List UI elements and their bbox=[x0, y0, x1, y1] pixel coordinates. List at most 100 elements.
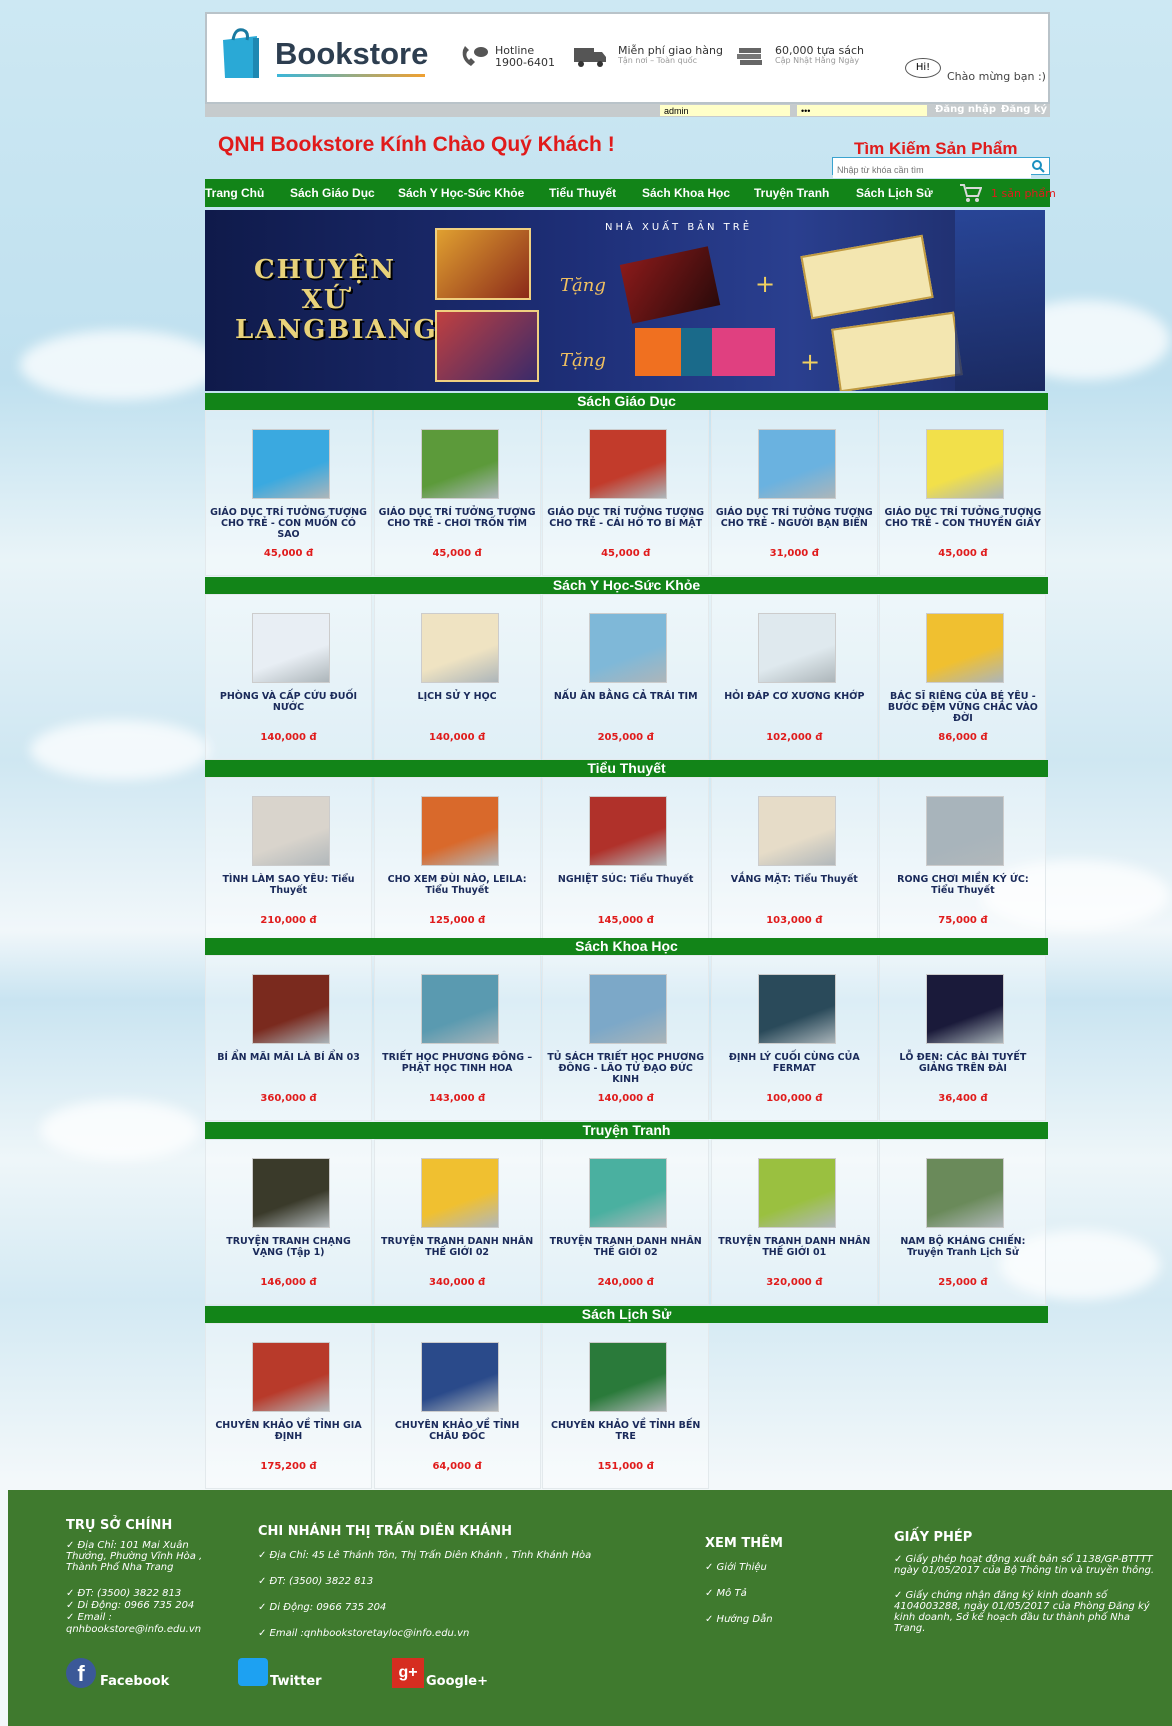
product-card[interactable]: CHUYÊN KHẢO VỀ TỈNH GIA ĐỊNH 175,200 đ bbox=[205, 1323, 372, 1489]
twitter-icon[interactable] bbox=[238, 1658, 268, 1686]
product-title[interactable]: GIÁO DỤC TRÍ TƯỞNG TƯỢNG CHO TRẺ - CON T… bbox=[884, 507, 1041, 529]
facebook-icon[interactable]: f bbox=[66, 1658, 96, 1688]
cart-icon[interactable] bbox=[960, 183, 982, 203]
product-title[interactable]: NGHIỆT SÚC: Tiểu Thuyết bbox=[547, 874, 704, 885]
product-card[interactable]: ĐỊNH LÝ CUỐI CÙNG CỦA FERMAT 100,000 đ bbox=[710, 955, 878, 1121]
nav-home[interactable]: Trang Chủ bbox=[205, 186, 264, 200]
product-card[interactable]: TRUYỆN TRANH DANH NHÂN THẾ GIỚI 02 240,00… bbox=[542, 1139, 710, 1305]
product-title[interactable]: BÁC SĨ RIÊNG CỦA BÉ YÊU - BƯỚC ĐỆM VỮNG … bbox=[884, 691, 1041, 724]
product-cover-image[interactable] bbox=[757, 429, 836, 499]
nav-health[interactable]: Sách Y Học-Sức Khỏe bbox=[398, 186, 524, 200]
product-card[interactable]: TỦ SÁCH TRIẾT HỌC PHƯƠNG ĐÔNG - LÃO TỬ Đ… bbox=[542, 955, 710, 1121]
search-icon[interactable] bbox=[1031, 159, 1045, 173]
login-link[interactable]: Đăng nhập bbox=[935, 104, 996, 115]
product-cover-image[interactable] bbox=[420, 1158, 499, 1228]
product-card[interactable]: TÌNH LÀM SAO YÊU: Tiểu Thuyết 210,000 đ bbox=[205, 777, 372, 943]
product-cover-image[interactable] bbox=[252, 796, 330, 866]
product-card[interactable]: LỖ ĐEN: CÁC BÀI TUYẾT GIẢNG TRÊN ĐÀI 36,4… bbox=[879, 955, 1047, 1121]
product-card[interactable]: LỊCH SỬ Y HỌC 140,000 đ bbox=[373, 594, 541, 760]
product-title[interactable]: TÌNH LÀM SAO YÊU: Tiểu Thuyết bbox=[210, 874, 367, 896]
product-title[interactable]: TRUYỆN TRANH DANH NHÂN THẾ GIỚI 02 bbox=[379, 1236, 536, 1258]
product-title[interactable]: PHÒNG VÀ CẤP CỨU ĐUỐI NƯỚC bbox=[210, 691, 367, 713]
product-card[interactable]: GIÁO DỤC TRÍ TƯỞNG TƯỢNG CHO TRẺ - CON M… bbox=[205, 410, 372, 576]
promo-banner[interactable]: CHUYỆN XỨ LANGBIANG Tặng Tặng + + NHÀ XU… bbox=[205, 210, 1045, 391]
product-title[interactable]: TRUYỆN TRANH DANH NHÂN THẾ GIỚI 01 bbox=[716, 1236, 873, 1258]
product-title[interactable]: GIÁO DỤC TRÍ TƯỞNG TƯỢNG CHO TRẺ - CON M… bbox=[210, 507, 367, 540]
username-input[interactable] bbox=[660, 105, 790, 116]
product-cover-image[interactable] bbox=[252, 429, 330, 499]
product-card[interactable]: NGHIỆT SÚC: Tiểu Thuyết 145,000 đ bbox=[542, 777, 710, 943]
product-cover-image[interactable] bbox=[589, 429, 668, 499]
product-title[interactable]: GIÁO DỤC TRÍ TƯỞNG TƯỢNG CHO TRẺ - NGƯỜI… bbox=[716, 507, 873, 529]
product-card[interactable]: GIÁO DỤC TRÍ TƯỞNG TƯỢNG CHO TRẺ - NGƯỜI… bbox=[710, 410, 878, 576]
product-cover-image[interactable] bbox=[420, 613, 499, 683]
nav-education[interactable]: Sách Giáo Dục bbox=[290, 186, 375, 200]
nav-history[interactable]: Sách Lịch Sử bbox=[856, 186, 933, 200]
product-cover-image[interactable] bbox=[926, 974, 1005, 1044]
product-cover-image[interactable] bbox=[926, 1158, 1005, 1228]
product-title[interactable]: HỎI ĐÁP CƠ XƯƠNG KHỚP bbox=[716, 691, 873, 702]
product-card[interactable]: BÁC SĨ RIÊNG CỦA BÉ YÊU - BƯỚC ĐỆM VỮNG … bbox=[879, 594, 1047, 760]
product-title[interactable]: CHUYÊN KHẢO VỀ TỈNH BẾN TRE bbox=[547, 1420, 704, 1442]
product-cover-image[interactable] bbox=[589, 1158, 668, 1228]
product-title[interactable]: NẤU ĂN BẰNG CẢ TRÁI TIM bbox=[547, 691, 704, 702]
password-input[interactable] bbox=[797, 105, 927, 116]
product-card[interactable]: HỎI ĐÁP CƠ XƯƠNG KHỚP 102,000 đ bbox=[710, 594, 878, 760]
branch-email[interactable]: ✓ Email :qnhbookstoretayloc@info.edu.vn bbox=[258, 1628, 469, 1639]
product-cover-image[interactable] bbox=[589, 974, 668, 1044]
product-cover-image[interactable] bbox=[589, 796, 668, 866]
product-card[interactable]: GIÁO DỤC TRÍ TƯỞNG TƯỢNG CHO TRẺ - CON T… bbox=[879, 410, 1047, 576]
product-cover-image[interactable] bbox=[420, 429, 499, 499]
product-cover-image[interactable] bbox=[926, 613, 1005, 683]
product-card[interactable]: BÍ ẨN MÃI MÃI LÀ BÍ ẨN 03 360,000 đ bbox=[205, 955, 372, 1121]
product-card[interactable]: NẤU ĂN BẰNG CẢ TRÁI TIM 205,000 đ bbox=[542, 594, 710, 760]
product-card[interactable]: TRUYỆN TRANH CHẠNG VẠNG (Tập 1) 146,000 đ bbox=[205, 1139, 372, 1305]
product-card[interactable]: TRUYỆN TRANH DANH NHÂN THẾ GIỚI 02 340,00… bbox=[373, 1139, 541, 1305]
search-input[interactable] bbox=[833, 162, 1031, 178]
facebook-link[interactable]: Facebook bbox=[100, 1674, 169, 1689]
twitter-link[interactable]: Twitter bbox=[270, 1674, 322, 1689]
product-title[interactable]: NAM BỘ KHÁNG CHIẾN: Truyện Tranh Lịch Sử bbox=[884, 1236, 1041, 1258]
product-title[interactable]: TRUYỆN TRANH CHẠNG VẠNG (Tập 1) bbox=[210, 1236, 367, 1258]
product-title[interactable]: GIÁO DỤC TRÍ TƯỞNG TƯỢNG CHO TRẺ - CÁI H… bbox=[547, 507, 704, 529]
register-link[interactable]: Đăng ký bbox=[1001, 104, 1047, 115]
product-title[interactable]: CHO XEM ĐÙI NÀO, LEILA: Tiểu Thuyết bbox=[379, 874, 536, 896]
product-title[interactable]: BÍ ẨN MÃI MÃI LÀ BÍ ẨN 03 bbox=[210, 1052, 367, 1063]
product-card[interactable]: RONG CHƠI MIỀN KÝ ỨC: Tiểu Thuyết 75,000 … bbox=[879, 777, 1047, 943]
product-title[interactable]: TRIẾT HỌC PHƯƠNG ĐÔNG – PHẬT HỌC TINH HO… bbox=[379, 1052, 536, 1074]
product-card[interactable]: TRIẾT HỌC PHƯƠNG ĐÔNG – PHẬT HỌC TINH HO… bbox=[373, 955, 541, 1121]
product-card[interactable]: GIÁO DỤC TRÍ TƯỞNG TƯỢNG CHO TRẺ - CHƠI … bbox=[373, 410, 541, 576]
product-cover-image[interactable] bbox=[926, 796, 1005, 866]
product-cover-image[interactable] bbox=[252, 1158, 330, 1228]
product-cover-image[interactable] bbox=[252, 974, 330, 1044]
nav-science[interactable]: Sách Khoa Học bbox=[642, 186, 730, 200]
product-cover-image[interactable] bbox=[926, 429, 1005, 499]
logo[interactable]: Bookstore bbox=[275, 36, 428, 72]
product-card[interactable]: CHO XEM ĐÙI NÀO, LEILA: Tiểu Thuyết 125,0… bbox=[373, 777, 541, 943]
cart-label[interactable]: 1 sản phẩm bbox=[991, 187, 1056, 200]
product-cover-image[interactable] bbox=[420, 796, 499, 866]
product-title[interactable]: TỦ SÁCH TRIẾT HỌC PHƯƠNG ĐÔNG - LÃO TỬ Đ… bbox=[547, 1052, 704, 1085]
product-cover-image[interactable] bbox=[420, 974, 499, 1044]
product-title[interactable]: TRUYỆN TRANH DANH NHÂN THẾ GIỚI 02 bbox=[547, 1236, 704, 1258]
product-title[interactable]: CHUYÊN KHẢO VỀ TỈNH GIA ĐỊNH bbox=[210, 1420, 367, 1442]
product-title[interactable]: ĐỊNH LÝ CUỐI CÙNG CỦA FERMAT bbox=[716, 1052, 873, 1074]
product-card[interactable]: NAM BỘ KHÁNG CHIẾN: Truyện Tranh Lịch Sử… bbox=[879, 1139, 1047, 1305]
more-description-link[interactable]: ✓ Mô Tả bbox=[705, 1588, 747, 1599]
nav-comics[interactable]: Truyện Tranh bbox=[754, 186, 829, 200]
product-cover-image[interactable] bbox=[757, 796, 836, 866]
hq-email[interactable]: qnhbookstore@info.edu.vn bbox=[66, 1624, 201, 1635]
product-title[interactable]: LỊCH SỬ Y HỌC bbox=[379, 691, 536, 702]
product-cover-image[interactable] bbox=[757, 613, 836, 683]
product-cover-image[interactable] bbox=[757, 974, 836, 1044]
product-card[interactable]: GIÁO DỤC TRÍ TƯỞNG TƯỢNG CHO TRẺ - CÁI H… bbox=[542, 410, 710, 576]
nav-novels[interactable]: Tiểu Thuyết bbox=[549, 186, 616, 200]
product-title[interactable]: RONG CHƠI MIỀN KÝ ỨC: Tiểu Thuyết bbox=[884, 874, 1041, 896]
google-plus-icon[interactable]: g+ bbox=[392, 1658, 424, 1688]
google-plus-link[interactable]: Google+ bbox=[426, 1674, 488, 1689]
product-card[interactable]: TRUYỆN TRANH DANH NHÂN THẾ GIỚI 01 320,00… bbox=[710, 1139, 878, 1305]
product-title[interactable]: VẮNG MẶT: Tiểu Thuyết bbox=[716, 874, 873, 885]
product-title[interactable]: CHUYÊN KHẢO VỀ TỈNH CHÂU ĐỐC bbox=[379, 1420, 536, 1442]
product-cover-image[interactable] bbox=[589, 613, 668, 683]
product-card[interactable]: CHUYÊN KHẢO VỀ TỈNH BẾN TRE 151,000 đ bbox=[542, 1323, 710, 1489]
